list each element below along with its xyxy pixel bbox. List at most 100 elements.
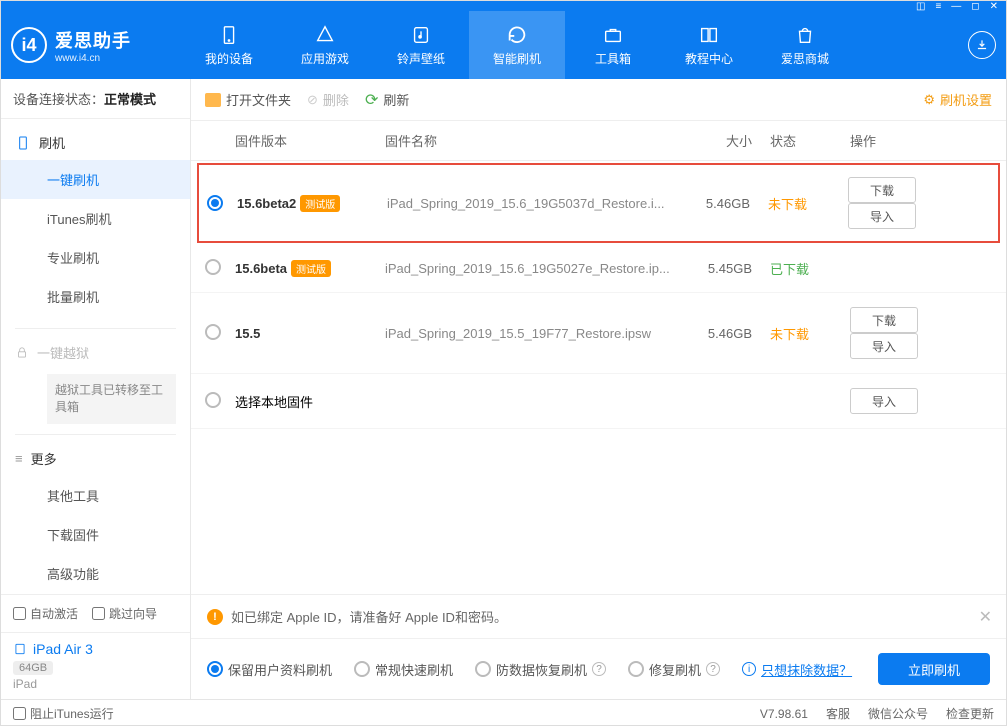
download-button[interactable]: 下载 — [850, 307, 918, 333]
flash-settings-button[interactable]: ⚙刷机设置 — [923, 90, 992, 109]
nav-toolbox[interactable]: 工具箱 — [565, 11, 661, 79]
sidebar-item-itunes[interactable]: iTunes刷机 — [1, 199, 190, 238]
refresh-icon: ⟳ — [365, 90, 378, 110]
sidebar-head-more[interactable]: ≡ 更多 — [1, 441, 190, 476]
help-icon[interactable]: ? — [592, 662, 606, 676]
fw-status: 已下载 — [752, 259, 832, 278]
flash-options: 保留用户资料刷机 常规快速刷机 防数据恢复刷机? 修复刷机? i只想抹除数据？ … — [191, 638, 1006, 699]
delete-button[interactable]: ⊘删除 — [307, 90, 349, 109]
device-name[interactable]: iPad Air 3 — [13, 641, 178, 657]
sidebar-item-othertools[interactable]: 其他工具 — [1, 476, 190, 515]
gear-icon: ⚙ — [923, 92, 935, 108]
main-nav: 我的设备 应用游戏 铃声壁纸 智能刷机 工具箱 教程中心 爱思商城 — [181, 11, 968, 79]
sidebar-item-batch[interactable]: 批量刷机 — [1, 277, 190, 316]
fw-version: 15.5 — [235, 326, 385, 341]
fw-ops: 下载导入 — [832, 307, 992, 359]
opt-repair[interactable]: 修复刷机? — [628, 660, 720, 679]
nav-my-device[interactable]: 我的设备 — [181, 11, 277, 79]
auto-activate-checkbox[interactable]: 自动激活 — [13, 605, 78, 622]
import-button[interactable]: 导入 — [850, 333, 918, 359]
titlebar-skin-icon[interactable]: ◫ — [916, 1, 925, 12]
refresh-icon — [506, 24, 528, 46]
sidebar-item-oneclick[interactable]: 一键刷机 — [1, 160, 190, 199]
custservice-link[interactable]: 客服 — [826, 705, 850, 722]
col-name: 固件名称 — [385, 131, 682, 150]
col-status: 状态 — [752, 131, 832, 150]
alert-close-icon[interactable]: ✕ — [979, 607, 992, 627]
import-button[interactable]: 导入 — [848, 203, 916, 229]
sidebar: 设备连接状态：正常模式 刷机 一键刷机 iTunes刷机 专业刷机 批量刷机 一… — [1, 79, 191, 699]
refresh-button[interactable]: ⟳刷新 — [365, 90, 409, 110]
radio-icon — [475, 661, 491, 677]
nav-ringtones[interactable]: 铃声壁纸 — [373, 11, 469, 79]
toolbar: 打开文件夹 ⊘删除 ⟳刷新 ⚙刷机设置 — [191, 79, 1006, 121]
block-itunes-checkbox[interactable]: 阻止iTunes运行 — [13, 705, 114, 722]
help-icon[interactable]: ? — [706, 662, 720, 676]
firmware-row[interactable]: 15.5iPad_Spring_2019_15.5_19F77_Restore.… — [191, 293, 1006, 374]
connection-status: 设备连接状态：正常模式 — [1, 79, 190, 119]
radio-icon[interactable] — [205, 324, 221, 340]
sidebar-head-flash[interactable]: 刷机 — [1, 125, 190, 160]
col-size: 大小 — [682, 131, 752, 150]
import-button[interactable]: 导入 — [850, 388, 918, 414]
radio-icon[interactable] — [205, 392, 221, 408]
music-icon — [410, 24, 432, 46]
erase-link[interactable]: i只想抹除数据？ — [742, 660, 852, 679]
sidebar-item-downloadfw[interactable]: 下载固件 — [1, 515, 190, 554]
fw-status: 未下载 — [750, 194, 830, 213]
minimize-icon[interactable]: — — [951, 1, 961, 12]
nav-apps[interactable]: 应用游戏 — [277, 11, 373, 79]
alert-text: 如已绑定 Apple ID，请准备好 Apple ID和密码。 — [231, 607, 507, 626]
col-ops: 操作 — [832, 131, 992, 150]
nav-tutorials[interactable]: 教程中心 — [661, 11, 757, 79]
fw-status: 未下载 — [752, 324, 832, 343]
radio-icon[interactable] — [207, 195, 223, 211]
flash-now-button[interactable]: 立即刷机 — [878, 653, 990, 685]
header: i4 爱思助手 www.i4.cn 我的设备 应用游戏 铃声壁纸 智能刷机 工具… — [1, 11, 1006, 79]
local-firmware-label: 选择本地固件 — [235, 392, 832, 411]
folder-icon — [205, 93, 221, 107]
maximize-icon[interactable]: ◻ — [971, 1, 979, 12]
beta-badge: 测试版 — [291, 260, 331, 277]
firmware-row[interactable]: 选择本地固件导入 — [191, 374, 1006, 429]
radio-icon[interactable] — [205, 259, 221, 275]
sidebar-head-jailbreak: 一键越狱 — [1, 335, 190, 370]
firmware-row[interactable]: 15.6beta2测试版iPad_Spring_2019_15.6_19G503… — [197, 163, 1000, 243]
fw-filename: iPad_Spring_2019_15.6_19G5037d_Restore.i… — [387, 196, 680, 211]
fw-version: 15.6beta测试版 — [235, 260, 385, 277]
radio-icon — [207, 661, 223, 677]
statusbar: 阻止iTunes运行 V7.98.61 客服 微信公众号 检查更新 — [1, 699, 1006, 727]
jailbreak-note: 越狱工具已转移至工具箱 — [47, 374, 176, 424]
firmware-row[interactable]: 15.6beta测试版iPad_Spring_2019_15.6_19G5027… — [191, 245, 1006, 293]
nav-store[interactable]: 爱思商城 — [757, 11, 853, 79]
opt-keep-data[interactable]: 保留用户资料刷机 — [207, 660, 332, 679]
titlebar-menu-icon[interactable]: ≡ — [935, 1, 941, 12]
sidebar-item-advanced[interactable]: 高级功能 — [1, 554, 190, 593]
radio-icon — [354, 661, 370, 677]
phone-icon — [218, 24, 240, 46]
logo: i4 爱思助手 www.i4.cn — [11, 27, 181, 64]
open-folder-button[interactable]: 打开文件夹 — [205, 90, 291, 109]
opt-normal[interactable]: 常规快速刷机 — [354, 660, 453, 679]
fw-ops: 下载导入 — [830, 177, 990, 229]
opt-antirecover[interactable]: 防数据恢复刷机? — [475, 660, 606, 679]
skip-guide-checkbox[interactable]: 跳过向导 — [92, 605, 157, 622]
check-update-link[interactable]: 检查更新 — [946, 705, 994, 722]
app-title: 爱思助手 — [55, 27, 131, 53]
fw-size: 5.46GB — [682, 326, 752, 341]
device-storage: 64GB — [13, 661, 53, 675]
warning-icon: ! — [207, 609, 223, 625]
sidebar-item-pro[interactable]: 专业刷机 — [1, 238, 190, 277]
nav-smart-flash[interactable]: 智能刷机 — [469, 11, 565, 79]
more-icon: ≡ — [15, 451, 23, 466]
download-manager-icon[interactable] — [968, 31, 996, 59]
toolbox-icon — [602, 24, 624, 46]
app-url: www.i4.cn — [55, 53, 131, 64]
device-info: iPad Air 3 64GB iPad — [1, 632, 190, 699]
download-button[interactable]: 下载 — [848, 177, 916, 203]
wechat-link[interactable]: 微信公众号 — [868, 705, 928, 722]
book-icon — [698, 24, 720, 46]
close-icon[interactable]: ✕ — [990, 1, 998, 12]
fw-size: 5.45GB — [682, 261, 752, 276]
alert-bar: ! 如已绑定 Apple ID，请准备好 Apple ID和密码。 ✕ — [191, 595, 1006, 638]
